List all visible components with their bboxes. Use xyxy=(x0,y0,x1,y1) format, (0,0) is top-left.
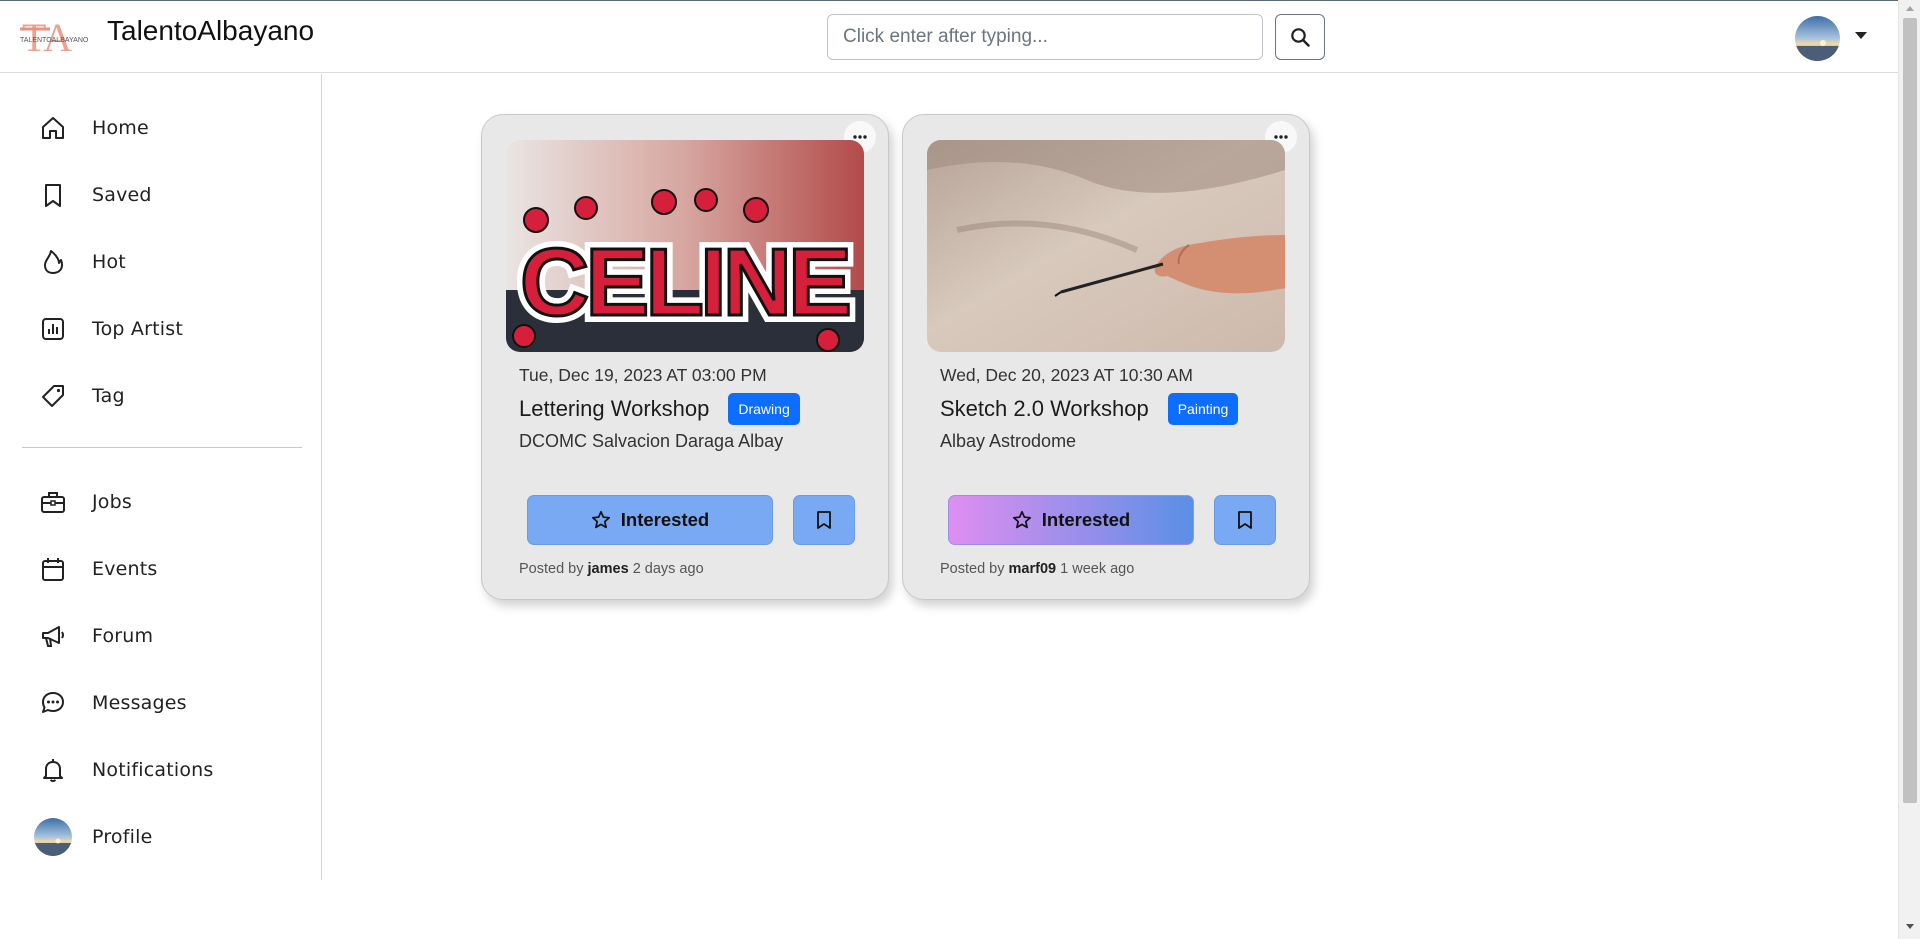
posted-time: 1 week ago xyxy=(1060,561,1135,577)
event-venue: DCOMC Salvacion Daraga Albay xyxy=(519,431,784,451)
posted-by: Posted by james 2 days ago xyxy=(519,561,704,577)
star-icon xyxy=(1012,510,1032,530)
chat-dots-icon xyxy=(34,684,72,722)
sidebar-item-label: Tag xyxy=(92,385,125,407)
interested-button[interactable]: Interested xyxy=(527,495,773,545)
posted-by: Posted by marf09 1 week ago xyxy=(940,561,1134,577)
posted-time: 2 days ago xyxy=(632,561,704,577)
search-input[interactable] xyxy=(827,14,1263,60)
star-icon xyxy=(591,510,611,530)
home-icon xyxy=(34,109,72,147)
sidebar-item-notifications[interactable]: Notifications xyxy=(34,750,214,790)
event-title-row: Lettering Workshop Drawing xyxy=(519,393,800,425)
category-badge[interactable]: Painting xyxy=(1167,393,1239,425)
briefcase-icon xyxy=(34,483,72,521)
event-card: CELINE CELINE Tue, Dec 19, 2023 AT 03:00… xyxy=(481,114,889,600)
event-title-row: Sketch 2.0 Workshop Painting xyxy=(940,393,1239,425)
sidebar-item-profile[interactable]: Profile xyxy=(34,817,152,857)
sidebar-item-forum[interactable]: Forum xyxy=(34,616,153,656)
sidebar-divider xyxy=(22,447,302,448)
event-image[interactable] xyxy=(927,140,1285,352)
scrollbar-thumb[interactable] xyxy=(1903,18,1917,803)
bar-chart-icon xyxy=(34,310,72,348)
user-avatar[interactable] xyxy=(1795,16,1840,61)
interested-button[interactable]: Interested xyxy=(948,495,1194,545)
sidebar-item-events[interactable]: Events xyxy=(34,549,158,589)
sidebar-item-hot[interactable]: Hot xyxy=(34,242,126,282)
search-button[interactable] xyxy=(1275,14,1325,60)
tag-icon xyxy=(34,377,72,415)
interested-label: Interested xyxy=(1041,509,1131,530)
sidebar-item-jobs[interactable]: Jobs xyxy=(34,482,132,522)
avatar xyxy=(34,818,72,856)
event-title[interactable]: Sketch 2.0 Workshop xyxy=(940,396,1149,422)
author-name[interactable]: marf09 xyxy=(1009,561,1057,577)
bookmark-icon xyxy=(1238,511,1252,529)
sidebar-item-messages[interactable]: Messages xyxy=(34,683,187,723)
scroll-up-arrow-icon[interactable] xyxy=(1906,6,1914,11)
sidebar-item-label: Profile xyxy=(92,826,153,848)
calendar-icon xyxy=(34,550,72,588)
sidebar: Home Saved Hot Top Artist Tag Jobs Event… xyxy=(0,74,322,880)
sidebar-item-label: Forum xyxy=(92,625,154,647)
logo[interactable]: TA TALENTOALBAYANO xyxy=(20,15,96,60)
author-name[interactable]: james xyxy=(588,561,629,577)
sidebar-item-label: Home xyxy=(92,117,149,139)
svg-text:TALENTOALBAYANO: TALENTOALBAYANO xyxy=(20,37,89,44)
sidebar-item-tag[interactable]: Tag xyxy=(34,376,125,416)
event-card: Wed, Dec 20, 2023 AT 10:30 AM Sketch 2.0… xyxy=(902,114,1310,600)
sidebar-item-top-artist[interactable]: Top Artist xyxy=(34,309,183,349)
chevron-down-icon[interactable] xyxy=(1855,32,1867,39)
sidebar-item-label: Notifications xyxy=(92,759,214,781)
sidebar-item-label: Hot xyxy=(92,251,126,273)
event-date: Wed, Dec 20, 2023 AT 10:30 AM xyxy=(940,365,1193,385)
more-dots-icon xyxy=(1274,135,1288,139)
bookmark-icon xyxy=(817,511,831,529)
bookmark-icon xyxy=(34,176,72,214)
posted-by-prefix: Posted by xyxy=(940,561,1005,577)
event-date: Tue, Dec 19, 2023 AT 03:00 PM xyxy=(519,365,767,385)
more-dots-icon xyxy=(853,135,867,139)
save-button[interactable] xyxy=(793,495,855,545)
posted-by-prefix: Posted by xyxy=(519,561,584,577)
scrollbar[interactable] xyxy=(1898,0,1920,939)
category-badge[interactable]: Drawing xyxy=(728,393,800,425)
megaphone-icon xyxy=(34,617,72,655)
sidebar-item-label: Top Artist xyxy=(92,318,183,340)
svg-text:CELINE: CELINE xyxy=(520,229,849,336)
brand-name[interactable]: TalentoAlbayano xyxy=(107,15,314,47)
event-image[interactable]: CELINE CELINE xyxy=(506,140,864,352)
save-button[interactable] xyxy=(1214,495,1276,545)
search-icon xyxy=(1291,28,1310,47)
sidebar-item-label: Saved xyxy=(92,184,152,206)
top-navbar: TA TALENTOALBAYANO TalentoAlbayano xyxy=(0,0,1898,73)
bell-icon xyxy=(34,751,72,789)
sidebar-item-label: Events xyxy=(92,558,158,580)
event-venue: Albay Astrodome xyxy=(940,431,1077,451)
interested-label: Interested xyxy=(620,509,710,530)
sidebar-item-label: Jobs xyxy=(92,491,132,513)
event-title[interactable]: Lettering Workshop xyxy=(519,396,709,422)
sidebar-item-label: Messages xyxy=(92,692,187,714)
fire-icon xyxy=(34,243,72,281)
sidebar-item-saved[interactable]: Saved xyxy=(34,175,152,215)
scroll-down-arrow-icon[interactable] xyxy=(1906,924,1914,929)
sidebar-item-home[interactable]: Home xyxy=(34,108,149,148)
